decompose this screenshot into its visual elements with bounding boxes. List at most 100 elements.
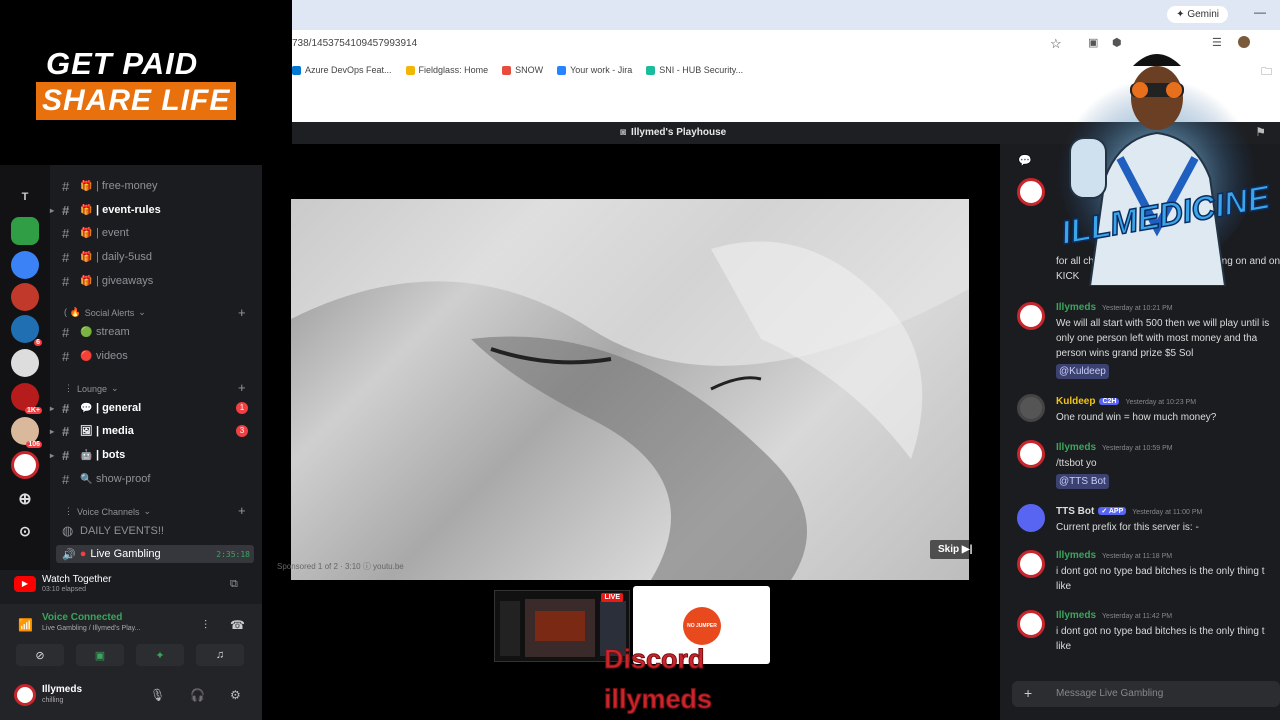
gemini-button[interactable]: ✦ Gemini [1167, 6, 1228, 23]
server-title: ◙ Illymed's Playhouse [620, 127, 727, 138]
channel-bots[interactable]: ▸ # 🤖 | bots [50, 446, 125, 464]
channel-label: media [102, 425, 134, 437]
server-icon[interactable]: 1K+ [11, 383, 42, 414]
avatar[interactable] [14, 684, 36, 706]
bookmark-sni[interactable]: SNI - HUB Security... [646, 65, 743, 75]
channel-show-proof[interactable]: # 🔍 show-proof [62, 470, 150, 488]
activities-button[interactable]: ✦ [136, 644, 184, 666]
channel-event-rules[interactable]: ▸ # 🎁 | event-rules [50, 201, 161, 219]
category-voice-channels[interactable]: ⋮ Voice Channels ⌄ [64, 506, 151, 517]
category-social-alerts[interactable]: ( 🔥 Social Alerts ⌄ [64, 307, 146, 318]
unread-badge: 106 [26, 441, 42, 448]
no-jumper-logo: NO JUMPER [683, 607, 721, 645]
server-icon[interactable] [11, 349, 39, 377]
channel-event[interactable]: # 🎁 | event [62, 224, 129, 242]
headphones-icon[interactable]: 🎧 [190, 688, 205, 702]
message-time: Yesterday at 11:42 PM [1102, 613, 1173, 620]
voice-status-subtitle[interactable]: Live Gambling / Illymed's Play... [42, 625, 140, 632]
voice-channel-live-gambling[interactable]: 🔊 ● Live Gambling 2:35:18 [56, 545, 254, 563]
avatar[interactable] [1017, 550, 1045, 578]
address-bar[interactable]: 738/1453754109457993914 [292, 32, 1032, 56]
hash-icon: # [62, 447, 70, 463]
bookmark-fieldglass[interactable]: Fieldglass: Home [405, 65, 488, 75]
popout-icon[interactable]: ⧉ [230, 578, 238, 591]
add-server-icon[interactable]: ⊕ [11, 485, 39, 513]
screen-share-button[interactable]: ▣ [76, 644, 124, 666]
disconnect-icon[interactable]: ☎ [230, 618, 245, 632]
server-icon[interactable] [11, 283, 39, 311]
avatar[interactable] [1017, 394, 1045, 422]
hash-icon: # [62, 225, 70, 241]
user-status: chilling [42, 697, 64, 704]
settings-gear-icon[interactable]: ⚙ [230, 688, 241, 702]
channel-emoji: 🔍 [80, 473, 93, 485]
channel-label: general [102, 402, 142, 414]
add-channel-icon[interactable]: + [238, 503, 246, 518]
bookmark-azure[interactable]: Azure DevOps Feat... [292, 65, 392, 75]
bot-avatar[interactable] [1017, 504, 1045, 532]
username[interactable]: Illymeds [42, 684, 82, 695]
channel-daily-5usd[interactable]: # 🎁 | daily-5usd [62, 248, 152, 266]
add-channel-icon[interactable]: + [238, 380, 246, 395]
explore-icon[interactable]: ⊙ [11, 517, 39, 545]
server-icon-active[interactable] [11, 451, 39, 479]
message-author[interactable]: Illymeds Yesterday at 11:42 PM [1056, 610, 1172, 621]
message-text: /ttsbot yo [1056, 458, 1097, 469]
soundboard-button[interactable]: ♫ [196, 644, 244, 666]
avatar[interactable] [1017, 178, 1045, 206]
message-text: We will all start with 500 then we will … [1056, 318, 1270, 359]
logo-line2: SHARE LIFE [36, 82, 237, 120]
message-author[interactable]: Illymeds Yesterday at 11:18 PM [1056, 550, 1172, 561]
avatar[interactable] [1017, 610, 1045, 638]
overlay-discord-handle: illymeds [603, 684, 713, 715]
attach-plus-icon[interactable]: + [1024, 685, 1032, 701]
channel-label: giveaways [101, 275, 154, 287]
message-author[interactable]: Illymeds Yesterday at 10:59 PM [1056, 442, 1173, 453]
channel-videos[interactable]: # 🔴 videos [62, 347, 128, 365]
add-channel-icon[interactable]: + [238, 305, 246, 320]
role-tag: C2H [1099, 397, 1120, 405]
camera-off-button[interactable]: ⊘ [16, 644, 64, 666]
category-lounge[interactable]: ⋮ Lounge ⌄ [64, 383, 119, 394]
skip-ad-button[interactable]: Skip ▶| [930, 540, 981, 559]
minimize-icon[interactable]: — [1254, 5, 1266, 19]
server-icon[interactable] [11, 251, 39, 279]
channel-emoji: 💬 [80, 402, 93, 414]
user-panel: Illymeds chilling 🎙 🎧 ⚙ [0, 680, 262, 720]
user-mention[interactable]: @TTS Bot [1056, 474, 1109, 489]
hash-icon: # [62, 249, 70, 265]
logo-line1: GET PAID [46, 46, 199, 81]
channel-emoji: 🎁 [80, 275, 93, 287]
voice-channel-daily-events[interactable]: ◍ DAILY EVENTS!! [62, 522, 164, 540]
channel-media[interactable]: ▸ # 🖼 | media [50, 422, 134, 440]
bookmark-jira[interactable]: Your work - Jira [557, 65, 632, 75]
channel-stream[interactable]: # 🟢 stream [62, 323, 130, 341]
microphone-icon[interactable]: 🎙 [150, 688, 165, 702]
voice-status-title[interactable]: Voice Connected [42, 612, 122, 623]
live-badge: LIVE [601, 593, 623, 602]
server-icon[interactable]: 106 [11, 417, 42, 448]
message-author[interactable]: Illymeds Yesterday at 10:21 PM [1056, 302, 1173, 313]
channel-label: DAILY EVENTS!! [80, 525, 164, 537]
channel-free-money[interactable]: # 🎁 | free-money [62, 177, 158, 195]
server-icon[interactable]: T [11, 183, 39, 211]
tab-strip: ✦ Gemini — [292, 0, 1280, 30]
user-mention[interactable]: @Kuldeep [1056, 364, 1109, 379]
app-tag: ✓ APP [1098, 507, 1127, 516]
activity-elapsed: 03:10 elapsed [42, 586, 86, 593]
channel-giveaways[interactable]: # 🎁 | giveaways [62, 272, 153, 290]
channel-general[interactable]: ▸ # 💬 | general [50, 399, 142, 417]
message-author[interactable]: TTS Bot ✓ APP Yesterday at 11:00 PM [1056, 506, 1202, 517]
message-author[interactable]: Kuldeep C2H Yesterday at 10:23 PM [1056, 396, 1196, 407]
avatar[interactable] [1017, 302, 1045, 330]
server-icon[interactable]: 6 [11, 315, 42, 346]
avatar[interactable] [1017, 440, 1045, 468]
message-text: i dont got no type bad bitches is the on… [1056, 626, 1265, 652]
channel-emoji: 🟢 [80, 326, 93, 338]
noise-suppression-icon[interactable]: ⫶ [204, 618, 207, 633]
video-player[interactable] [291, 199, 969, 580]
message-input[interactable]: + Message Live Gambling [1012, 681, 1280, 707]
hash-icon: # [62, 400, 70, 416]
bookmark-snow[interactable]: SNOW [502, 65, 543, 75]
server-icon[interactable] [11, 217, 39, 245]
